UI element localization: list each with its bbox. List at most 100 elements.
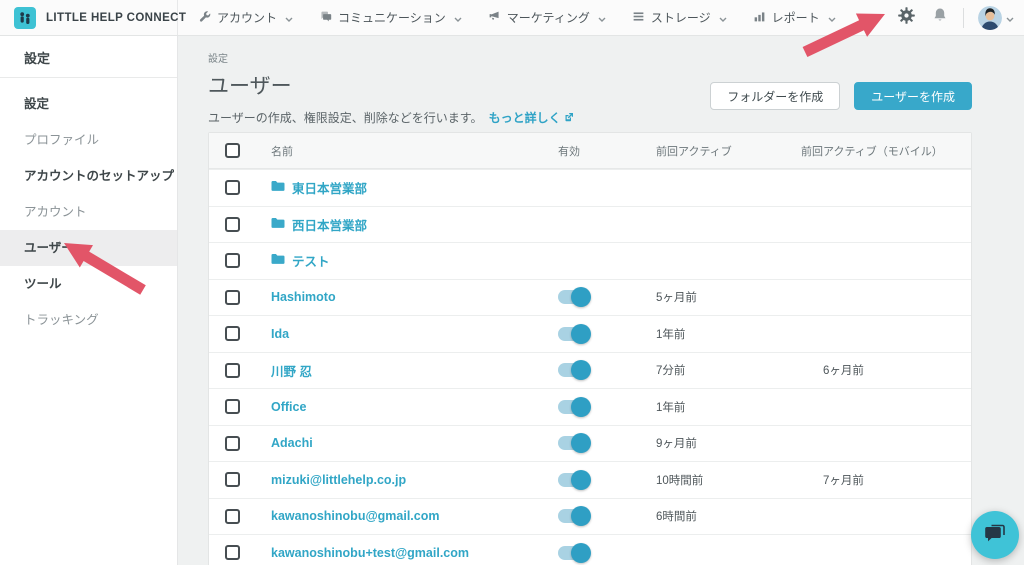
chat-bubble-icon — [983, 521, 1007, 550]
row-checkbox[interactable] — [225, 217, 240, 232]
nav-label: レポート — [772, 9, 820, 26]
column-header-last-active: 前回アクティブ — [656, 143, 801, 159]
enabled-toggle[interactable] — [558, 327, 588, 341]
table-body: 東日本営業部 西日本営業部 — [209, 169, 971, 565]
last-active-value: 1年前 — [656, 399, 801, 415]
column-header-name: 名前 — [253, 143, 556, 159]
chevron-down-icon — [285, 11, 293, 25]
topbar-right — [889, 0, 1024, 36]
row-checkbox[interactable] — [225, 545, 240, 560]
description-text: ユーザーの作成、権限設定、削除などを行います。 — [208, 109, 483, 126]
enabled-toggle[interactable] — [558, 436, 588, 450]
nav-account[interactable]: アカウント — [198, 9, 293, 26]
table-header-row: 名前 有効 前回アクティブ 前回アクティブ（モバイル） — [209, 133, 971, 169]
sidebar-item[interactable]: プロファイル — [0, 122, 177, 158]
gear-icon — [898, 7, 915, 29]
bell-icon — [932, 7, 948, 28]
enabled-toggle[interactable] — [558, 473, 588, 487]
enabled-toggle[interactable] — [558, 363, 588, 377]
table-row: 東日本営業部 — [209, 169, 971, 206]
page-description: ユーザーの作成、権限設定、削除などを行います。 もっと詳しく — [208, 109, 574, 126]
page-header: 設定 ユーザー ユーザーの作成、権限設定、削除などを行います。 もっと詳しく — [208, 50, 574, 126]
toggle-knob — [571, 433, 591, 453]
brand: LITTLE HELP CONNECT — [0, 0, 178, 35]
sidebar: 設定 設定プロファイルアカウントのセットアップアカウントユーザーツールトラッキン… — [0, 36, 178, 565]
row-checkbox[interactable] — [225, 363, 240, 378]
sidebar-item[interactable]: アカウントのセットアップ — [0, 158, 177, 194]
enabled-toggle[interactable] — [558, 400, 588, 414]
table-row: Office 1年前 — [209, 388, 971, 425]
sidebar-item[interactable]: ツール — [0, 266, 177, 302]
external-link-icon — [564, 111, 574, 125]
toggle-knob — [571, 543, 591, 563]
storage-icon — [632, 10, 645, 26]
notifications-bell-button[interactable] — [923, 0, 957, 36]
row-checkbox[interactable] — [225, 326, 240, 341]
chevron-down-icon — [828, 11, 836, 25]
row-checkbox[interactable] — [225, 180, 240, 195]
last-active-value: 6時間前 — [656, 508, 801, 524]
last-active-mobile-value: 6ヶ月前 — [801, 362, 971, 378]
nav-label: ストレージ — [651, 9, 711, 26]
table-row: kawanoshinobu+test@gmail.com — [209, 534, 971, 565]
toggle-knob — [571, 397, 591, 417]
row-name-link[interactable]: Adachi — [271, 436, 313, 450]
sidebar-item[interactable]: 設定 — [0, 86, 177, 122]
table-row: Ida 1年前 — [209, 315, 971, 352]
topbar-divider — [963, 8, 964, 28]
avatar[interactable] — [978, 6, 1002, 30]
enabled-toggle[interactable] — [558, 509, 588, 523]
sidebar-item[interactable]: ユーザー — [0, 230, 177, 266]
row-checkbox[interactable] — [225, 290, 240, 305]
row-name-link[interactable]: Ida — [271, 327, 289, 341]
row-name-link[interactable]: kawanoshinobu@gmail.com — [271, 509, 439, 523]
toggle-knob — [571, 506, 591, 526]
nav-storage[interactable]: ストレージ — [632, 9, 727, 26]
row-name-link[interactable]: Office — [271, 400, 306, 414]
enabled-toggle[interactable] — [558, 290, 588, 304]
topbar: LITTLE HELP CONNECT アカウント コミュニケーション — [0, 0, 1024, 36]
main-content: 設定 ユーザー ユーザーの作成、権限設定、削除などを行います。 もっと詳しく フ… — [178, 36, 1024, 565]
last-active-value: 10時間前 — [656, 472, 801, 488]
brand-logo-icon — [14, 7, 36, 29]
row-checkbox[interactable] — [225, 509, 240, 524]
learn-more-label: もっと詳しく — [489, 109, 561, 126]
create-folder-button[interactable]: フォルダーを作成 — [710, 82, 840, 110]
last-active-value: 5ヶ月前 — [656, 289, 801, 305]
nav-report[interactable]: レポート — [753, 9, 836, 26]
table-row: 西日本営業部 — [209, 206, 971, 243]
row-name-link[interactable]: 川野 忍 — [271, 361, 312, 380]
row-name-link[interactable]: テスト — [292, 251, 330, 270]
table-row: Hashimoto 5ヶ月前 — [209, 279, 971, 316]
chevron-down-icon — [598, 11, 606, 25]
settings-gear-button[interactable] — [889, 0, 923, 36]
folder-icon — [271, 253, 285, 268]
row-name-link[interactable]: kawanoshinobu+test@gmail.com — [271, 546, 469, 560]
learn-more-link[interactable]: もっと詳しく — [489, 109, 574, 126]
report-icon — [753, 10, 766, 26]
chevron-down-icon[interactable] — [1006, 9, 1014, 27]
nav-label: アカウント — [217, 9, 277, 26]
row-name-link[interactable]: 東日本営業部 — [292, 178, 367, 197]
row-checkbox[interactable] — [225, 436, 240, 451]
nav-marketing[interactable]: マーケティング — [488, 9, 606, 26]
nav-communication[interactable]: コミュニケーション — [319, 9, 462, 26]
chat-launcher-button[interactable] — [971, 511, 1019, 559]
row-checkbox[interactable] — [225, 253, 240, 268]
breadcrumb[interactable]: 設定 — [208, 50, 574, 65]
enabled-toggle[interactable] — [558, 546, 588, 560]
row-name-link[interactable]: Hashimoto — [271, 290, 336, 304]
sidebar-title: 設定 — [0, 36, 177, 77]
row-checkbox[interactable] — [225, 472, 240, 487]
chat-icon — [319, 10, 332, 26]
row-name-link[interactable]: 西日本営業部 — [292, 215, 367, 234]
chevron-down-icon — [719, 11, 727, 25]
sidebar-item[interactable]: アカウント — [0, 194, 177, 230]
create-user-button[interactable]: ユーザーを作成 — [854, 82, 972, 110]
row-name-link[interactable]: mizuki@littlehelp.co.jp — [271, 473, 406, 487]
select-all-checkbox[interactable] — [225, 143, 240, 158]
toggle-knob — [571, 287, 591, 307]
users-table: 名前 有効 前回アクティブ 前回アクティブ（モバイル） 東日本営業部 — [208, 132, 972, 565]
sidebar-item[interactable]: トラッキング — [0, 302, 177, 338]
row-checkbox[interactable] — [225, 399, 240, 414]
